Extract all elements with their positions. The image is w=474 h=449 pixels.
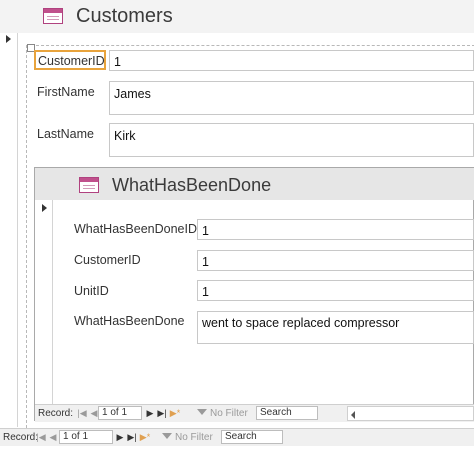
- next-record-icon[interactable]: ▶: [144, 407, 156, 420]
- form-title: Customers: [76, 5, 173, 27]
- main-last-record-icon[interactable]: ▶|: [126, 431, 138, 444]
- subform-navigation-bar: Record: |◀ ◀ 1 of 1 ▶ ▶| ▶* No Filter Se…: [35, 404, 474, 422]
- lastname-label: LastName: [37, 127, 94, 141]
- horizontal-scrollbar[interactable]: [347, 406, 474, 421]
- sub-customerid-field[interactable]: 1: [197, 250, 474, 271]
- subform-record-selector[interactable]: [35, 200, 53, 404]
- form-icon: [43, 8, 63, 24]
- firstname-label: FirstName: [37, 85, 95, 99]
- scroll-left-icon[interactable]: [351, 411, 355, 419]
- form-header: [0, 0, 474, 33]
- current-record-input[interactable]: 1 of 1: [98, 406, 142, 420]
- form-navigation-bar: Record: |◀ ◀ 1 of 1 ▶ ▶| ▶* No Filter Se…: [0, 428, 474, 446]
- filter-icon: [197, 409, 207, 415]
- main-next-record-icon[interactable]: ▶: [114, 431, 126, 444]
- search-box[interactable]: Search: [256, 406, 318, 420]
- main-previous-record-icon[interactable]: ◀: [47, 431, 59, 444]
- new-record-icon[interactable]: ▶*: [169, 407, 181, 420]
- current-record-arrow-icon: [6, 35, 11, 43]
- whathasbeendone-label: WhatHasBeenDone: [74, 314, 185, 328]
- main-new-record-icon[interactable]: ▶*: [139, 431, 151, 444]
- first-record-icon[interactable]: |◀: [76, 407, 88, 420]
- main-first-record-icon[interactable]: |◀: [35, 431, 47, 444]
- unitid-label: UnitID: [74, 284, 109, 298]
- subform-form-icon: [79, 177, 99, 193]
- main-search-box[interactable]: Search: [221, 430, 283, 444]
- subform-title: WhatHasBeenDone: [112, 175, 272, 195]
- customerid-field[interactable]: 1: [109, 50, 474, 71]
- last-record-icon[interactable]: ▶|: [156, 407, 168, 420]
- whathasbeendoneid-field[interactable]: 1: [197, 219, 474, 240]
- whathasbeendoneid-label: WhatHasBeenDoneID: [74, 222, 197, 236]
- main-current-record-input[interactable]: 1 of 1: [59, 430, 113, 444]
- main-filter-icon: [162, 433, 172, 439]
- lastname-field[interactable]: Kirk: [109, 123, 474, 157]
- whathasbeendone-field[interactable]: went to space replaced compressor: [197, 311, 474, 344]
- main-record-label: Record:: [3, 432, 39, 443]
- subform-current-record-arrow-icon: [42, 204, 47, 212]
- no-filter-button[interactable]: No Filter: [210, 407, 248, 420]
- record-label: Record:: [38, 408, 74, 419]
- record-selector[interactable]: [0, 33, 18, 427]
- main-no-filter-button[interactable]: No Filter: [175, 431, 213, 444]
- firstname-field[interactable]: James: [109, 81, 474, 115]
- unitid-field[interactable]: 1: [197, 280, 474, 301]
- sub-customerid-label: CustomerID: [74, 253, 141, 267]
- customerid-label[interactable]: CustomerID: [34, 50, 106, 70]
